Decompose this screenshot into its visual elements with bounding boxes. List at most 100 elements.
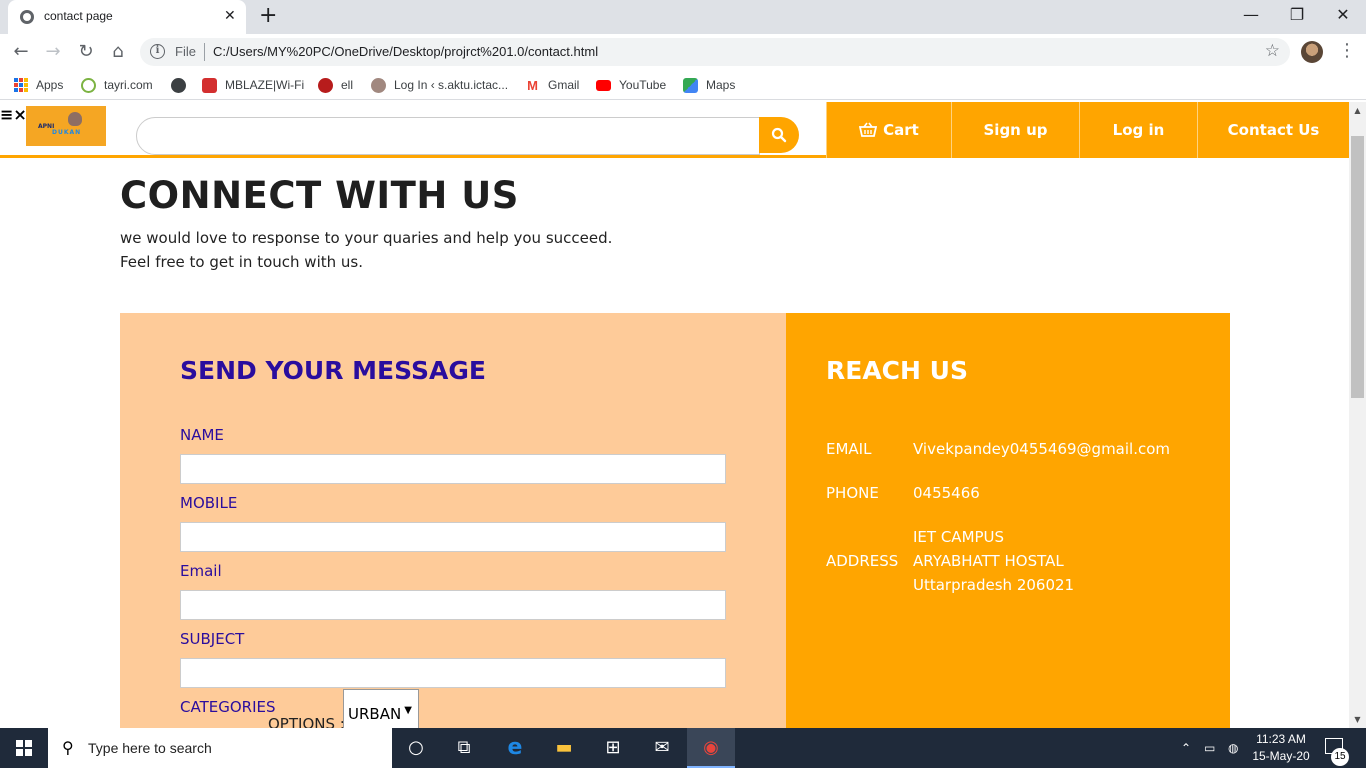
reach-email-value: Vivekpandey0455469@gmail.com bbox=[913, 440, 1171, 458]
page-title: CONNECT WITH US bbox=[120, 174, 519, 217]
bookmark-label: tayri.com bbox=[104, 78, 153, 92]
chrome-icon[interactable]: ◉ bbox=[687, 728, 735, 768]
scrollbar-thumb[interactable] bbox=[1351, 136, 1364, 398]
bookmark-aktu[interactable]: Log In ‹ s.aktu.ictac... bbox=[371, 76, 508, 94]
nav-contact-us-label: Contact Us bbox=[1227, 121, 1320, 139]
bookmark-youtube[interactable]: YouTube bbox=[596, 76, 666, 94]
bookmark-label: YouTube bbox=[619, 78, 667, 92]
window-close-button[interactable]: ✕ bbox=[1320, 4, 1366, 26]
ell-icon bbox=[318, 77, 333, 93]
email-field[interactable] bbox=[180, 590, 726, 620]
bookmark-maps[interactable]: Maps bbox=[683, 76, 735, 94]
clock-time: 11:23 AM bbox=[1256, 732, 1306, 746]
caret-down-icon: ▼ bbox=[404, 705, 412, 716]
hamburger-menu-icon[interactable]: ≡× bbox=[0, 106, 27, 124]
name-field[interactable] bbox=[180, 454, 726, 484]
browser-toolbar: ← → ↻ ⌂ i File C:/Users/MY%20PC/OneDrive… bbox=[0, 34, 1366, 70]
bookmark-star-icon[interactable]: ☆ bbox=[1265, 41, 1280, 61]
site-search-input[interactable] bbox=[136, 117, 760, 155]
browser-tab[interactable]: contact page ✕ bbox=[8, 0, 246, 34]
url-scheme: File bbox=[175, 44, 196, 59]
edge-icon[interactable]: e bbox=[491, 728, 539, 768]
reach-us-panel: REACH US EMAIL Vivekpandey0455469@gmail.… bbox=[786, 313, 1230, 728]
bookmark-label: MBLAZE|Wi-Fi bbox=[225, 78, 305, 92]
bookmark-label: ell bbox=[341, 78, 354, 92]
categories-label: CATEGORIES bbox=[180, 698, 276, 716]
new-tab-button[interactable]: + bbox=[259, 4, 277, 28]
category-select[interactable]: URBAN ▼ bbox=[343, 689, 419, 728]
browser-menu-icon[interactable]: ⋮ bbox=[1338, 41, 1356, 61]
search-icon: ⚲ bbox=[62, 738, 74, 757]
maps-icon bbox=[683, 77, 698, 93]
reach-address-line3: Uttarpradesh 206021 bbox=[913, 576, 1075, 594]
bookmark-tayri[interactable]: tayri.com bbox=[81, 76, 153, 94]
bookmark-ell[interactable]: ell bbox=[318, 76, 353, 94]
profile-avatar[interactable] bbox=[1301, 41, 1323, 63]
page-scrollbar[interactable]: ▲ ▼ bbox=[1349, 102, 1366, 728]
browser-tab-strip: contact page ✕ + — ❐ ✕ bbox=[0, 0, 1366, 34]
store-icon[interactable]: ⊞ bbox=[589, 728, 637, 768]
reach-address-line2: ARYABHATT HOSTAL bbox=[913, 552, 1064, 570]
site-search-button[interactable] bbox=[759, 117, 799, 153]
start-button[interactable] bbox=[0, 728, 48, 768]
logo-text-line2: DUKAN bbox=[52, 129, 82, 136]
back-button[interactable]: ← bbox=[8, 39, 34, 65]
scroll-up-icon[interactable]: ▲ bbox=[1349, 106, 1366, 115]
bookmark-gmail[interactable]: M Gmail bbox=[525, 76, 579, 94]
mail-icon[interactable]: ✉ bbox=[638, 728, 686, 768]
nav-contact-us[interactable]: Contact Us bbox=[1197, 102, 1349, 158]
scroll-down-icon[interactable]: ▼ bbox=[1349, 715, 1366, 724]
info-icon[interactable]: i bbox=[150, 44, 165, 59]
windows-logo-icon bbox=[16, 740, 32, 756]
reach-address-line1: IET CAMPUS bbox=[913, 528, 1005, 546]
forward-button[interactable]: → bbox=[40, 39, 66, 65]
send-message-panel: SEND YOUR MESSAGE NAME MOBILE Email SUBJ… bbox=[120, 313, 786, 728]
bookmark-mblaze[interactable]: MBLAZE|Wi-Fi bbox=[202, 76, 304, 94]
nav-sign-up[interactable]: Sign up bbox=[951, 102, 1079, 158]
restore-button[interactable]: ❐ bbox=[1274, 4, 1320, 26]
aktu-icon bbox=[371, 77, 386, 93]
tab-close-icon[interactable]: ✕ bbox=[224, 8, 236, 24]
task-view-icon[interactable]: ⧉ bbox=[440, 728, 488, 768]
nav-log-in-label: Log in bbox=[1112, 121, 1165, 139]
cortana-icon[interactable]: ○ bbox=[392, 728, 440, 768]
site-header: ≡× APNI DUKAN Cart Sign up Log in Contac… bbox=[0, 102, 1349, 158]
nav-log-in[interactable]: Log in bbox=[1079, 102, 1197, 158]
logo-pot-icon bbox=[68, 112, 82, 126]
network-globe-icon[interactable]: ◍ bbox=[1228, 728, 1238, 768]
url-text[interactable]: C:/Users/MY%20PC/OneDrive/Desktop/projrc… bbox=[213, 44, 598, 59]
bookmark-label: Gmail bbox=[548, 78, 580, 92]
email-label: Email bbox=[180, 562, 222, 580]
reach-address-label: ADDRESS bbox=[826, 552, 899, 570]
reload-button[interactable]: ↻ bbox=[73, 39, 99, 65]
mobile-label: MOBILE bbox=[180, 494, 238, 512]
taskbar-search-box[interactable]: ⚲ Type here to search bbox=[48, 728, 392, 768]
reach-email-label: EMAIL bbox=[826, 440, 872, 458]
address-bar[interactable]: i File C:/Users/MY%20PC/OneDrive/Desktop… bbox=[140, 38, 1290, 66]
file-explorer-icon[interactable]: ▬ bbox=[540, 728, 588, 768]
tray-chevron-icon[interactable]: ⌃ bbox=[1181, 728, 1191, 768]
cart-icon bbox=[859, 122, 878, 137]
tayri-icon bbox=[81, 77, 96, 93]
page-viewport: ≡× APNI DUKAN Cart Sign up Log in Contac… bbox=[0, 102, 1349, 728]
gmail-icon: M bbox=[527, 77, 538, 93]
taskbar-clock[interactable]: 11:23 AM 15-May-20 bbox=[1245, 731, 1317, 765]
youtube-icon bbox=[596, 79, 611, 91]
home-button[interactable]: ⌂ bbox=[105, 39, 131, 65]
nav-cart[interactable]: Cart bbox=[826, 102, 951, 158]
taskbar-search-text: Type here to search bbox=[88, 740, 212, 756]
minimize-button[interactable]: — bbox=[1228, 4, 1274, 26]
site-logo[interactable]: APNI DUKAN bbox=[26, 106, 106, 146]
battery-icon[interactable]: ▭ bbox=[1204, 728, 1215, 768]
tab-title: contact page bbox=[44, 9, 113, 23]
notification-count-badge: 15 bbox=[1331, 748, 1349, 766]
globe-icon bbox=[20, 10, 34, 24]
mobile-field[interactable] bbox=[180, 522, 726, 552]
bookmark-apps[interactable]: Apps bbox=[14, 76, 63, 94]
bookmarks-bar: Apps tayri.com MBLAZE|Wi-Fi ell Log In ‹… bbox=[0, 70, 1366, 100]
bookmark-globe[interactable] bbox=[171, 76, 194, 94]
subject-field[interactable] bbox=[180, 658, 726, 688]
nav-sign-up-label: Sign up bbox=[983, 121, 1048, 139]
url-separator bbox=[204, 43, 205, 61]
bookmark-label: Maps bbox=[706, 78, 736, 92]
